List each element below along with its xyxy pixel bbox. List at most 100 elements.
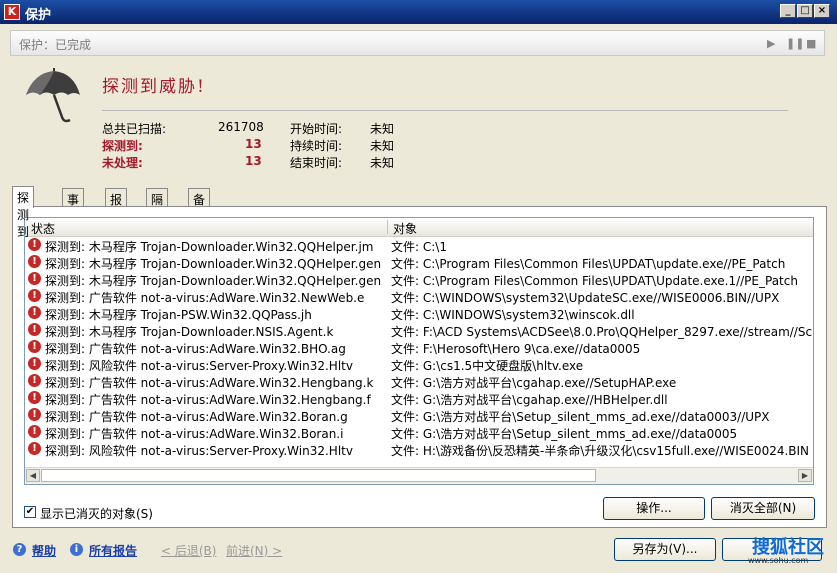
duration-value: 未知	[370, 139, 395, 153]
info-icon: i	[70, 543, 83, 556]
threat-alert-icon: !	[28, 255, 41, 268]
start-time-value: 未知	[370, 122, 395, 136]
row-status: 探测到: 木马程序 Trojan-Downloader.Win32.QQHelp…	[45, 240, 374, 254]
list-item[interactable]: ! 探测到: 木马程序 Trojan-PSW.Win32.QQPass.jh 文件:…	[25, 305, 813, 322]
window-title: 保护	[25, 8, 52, 23]
play-icon[interactable]: ▶	[767, 37, 775, 50]
row-status: 探测到: 木马程序 Trojan-Downloader.Win32.QQHelp…	[45, 257, 382, 271]
list-item[interactable]: ! 探测到: 广告软件 not-a-virus:AdWare.Win32.Heng…	[25, 390, 813, 407]
show-neutralized-label[interactable]: 显示已消灭的对象(S)	[40, 505, 153, 522]
list-item[interactable]: ! 探测到: 广告软件 not-a-virus:AdWare.Win32.Bora…	[25, 424, 813, 441]
threat-alert-icon: !	[28, 408, 41, 421]
sohu-community-watermark: 搜狐社区 www.sohu.com	[746, 531, 831, 567]
threat-alert-icon: !	[28, 357, 41, 370]
protection-status-text: 保护：已完成	[19, 38, 92, 52]
row-status: 探测到: 木马程序 Trojan-PSW.Win32.QQPass.jh	[45, 308, 312, 322]
save-as-button[interactable]: 另存为(V)...	[614, 538, 716, 561]
tab-events[interactable]: 事件	[62, 188, 85, 224]
kaspersky-logo-icon: K	[4, 4, 20, 20]
minimize-button[interactable]: _	[780, 4, 796, 18]
row-status: 探测到: 广告软件 not-a-virus:AdWare.Win32.Hengb…	[45, 376, 374, 390]
scrollbar-thumb[interactable]	[41, 469, 596, 482]
list-item[interactable]: ! 探测到: 木马程序 Trojan-Downloader.Win32.QQHel…	[25, 271, 813, 288]
row-status: 探测到: 木马程序 Trojan-Downloader.Win32.QQHelp…	[45, 274, 382, 288]
column-header-object[interactable]: 对象	[393, 220, 417, 237]
row-status: 探测到: 广告软件 not-a-virus:AdWare.Win32.NewWe…	[45, 291, 365, 305]
title-bar: K 保护 _ □ ×	[0, 0, 837, 24]
list-item[interactable]: ! 探测到: 风险软件 not-a-virus:Server-Proxy.Win3…	[25, 441, 813, 458]
row-object: 文件: G:\浩方对战平台\Setup_silent_mms_ad.exe//d…	[391, 410, 770, 424]
row-object: 文件: G:\浩方对战平台\cgahap.exe//HBHelper.dll	[391, 393, 668, 407]
pause-icon[interactable]: ❚❚	[786, 37, 804, 50]
threat-alert-icon: !	[28, 323, 41, 336]
stop-icon[interactable]: ■	[806, 37, 816, 50]
umbrella-icon	[26, 68, 80, 123]
help-icon: ?	[13, 543, 26, 556]
protection-status-bar: 保护：已完成 ▶ ❚❚ ■	[10, 30, 825, 56]
end-time-value: 未知	[370, 156, 395, 170]
threat-headline: 探测到威胁!	[102, 77, 206, 97]
row-status: 探测到: 广告软件 not-a-virus:AdWare.Win32.Boran…	[45, 427, 344, 441]
actions-button[interactable]: 操作...	[603, 497, 705, 520]
list-item[interactable]: ! 探测到: 风险软件 not-a-virus:Server-Proxy.Win3…	[25, 356, 813, 373]
maximize-button[interactable]: □	[797, 4, 813, 18]
threat-alert-icon: !	[28, 289, 41, 302]
threat-alert-icon: !	[28, 306, 41, 319]
divider	[102, 110, 788, 111]
horizontal-scrollbar[interactable]: ◀ ▶	[25, 467, 813, 484]
row-status: 探测到: 广告软件 not-a-virus:AdWare.Win32.BHO.a…	[45, 342, 346, 356]
duration-label: 持续时间:	[290, 139, 343, 153]
threat-alert-icon: !	[28, 272, 41, 285]
total-scanned-label: 总共已扫描:	[102, 122, 167, 136]
row-status: 探测到: 风险软件 not-a-virus:Server-Proxy.Win32…	[45, 359, 353, 373]
unprocessed-value: 13	[245, 154, 262, 168]
close-button[interactable]: ×	[814, 4, 830, 18]
list-item[interactable]: ! 探测到: 广告软件 not-a-virus:AdWare.Win32.BHO.…	[25, 339, 813, 356]
row-object: 文件: G:\浩方对战平台\cgahap.exe//SetupHAP.exe	[391, 376, 677, 390]
threat-alert-icon: !	[28, 391, 41, 404]
unprocessed-label: 未处理:	[102, 156, 143, 170]
tab-quarantine[interactable]: 隔离	[146, 188, 169, 224]
watermark-subtext: www.sohu.com	[748, 556, 809, 565]
column-separator[interactable]	[387, 220, 388, 234]
row-object: 文件: F:\Herosoft\Hero 9\ca.exe//data0005	[391, 342, 641, 356]
threat-alert-icon: !	[28, 442, 41, 455]
tab-detected[interactable]: 探测到	[12, 186, 35, 239]
neutralize-all-button[interactable]: 消灭全部(N)	[711, 497, 815, 520]
list-item[interactable]: ! 探测到: 木马程序 Trojan-Downloader.Win32.QQHel…	[25, 237, 813, 254]
forward-link[interactable]: 前进(N) >	[226, 542, 282, 559]
threat-alert-icon: !	[28, 425, 41, 438]
row-object: 文件: G:\cs1.5中文硬盘版\hltv.exe	[391, 359, 584, 373]
all-reports-link[interactable]: 所有报告	[89, 542, 137, 559]
row-object: 文件: C:\WINDOWS\system32\UpdateSC.exe//WI…	[391, 291, 780, 305]
row-object: 文件: C:\1	[391, 240, 447, 254]
list-header: 状态 对象	[25, 218, 813, 237]
row-status: 探测到: 广告软件 not-a-virus:AdWare.Win32.Hengb…	[45, 393, 371, 407]
detected-objects-list[interactable]: 状态 对象 ! 探测到: 木马程序 Trojan-Downloader.Win32…	[24, 217, 814, 485]
row-status: 探测到: 风险软件 not-a-virus:Server-Proxy.Win32…	[45, 444, 353, 458]
detected-value: 13	[245, 137, 262, 151]
show-neutralized-checkbox[interactable]: ✔	[24, 506, 36, 518]
tab-backup[interactable]: 备份	[188, 188, 211, 224]
tab-reports[interactable]: 报告	[105, 188, 128, 224]
list-item[interactable]: ! 探测到: 木马程序 Trojan-Downloader.NSIS.Agent.…	[25, 322, 813, 339]
threat-alert-icon: !	[28, 340, 41, 353]
start-time-label: 开始时间:	[290, 122, 343, 136]
row-status: 探测到: 木马程序 Trojan-Downloader.NSIS.Agent.k	[45, 325, 334, 339]
list-item[interactable]: ! 探测到: 广告软件 not-a-virus:AdWare.Win32.NewW…	[25, 288, 813, 305]
total-scanned-value: 261708	[218, 120, 264, 134]
row-status: 探测到: 广告软件 not-a-virus:AdWare.Win32.Boran…	[45, 410, 348, 424]
list-item[interactable]: ! 探测到: 广告软件 not-a-virus:AdWare.Win32.Heng…	[25, 373, 813, 390]
help-link[interactable]: 帮助	[32, 542, 56, 559]
back-link[interactable]: < 后退(B)	[161, 542, 216, 559]
row-object: 文件: G:\浩方对战平台\Setup_silent_mms_ad.exe//d…	[391, 427, 738, 441]
detected-label: 探测到:	[102, 139, 143, 153]
row-object: 文件: F:\ACD Systems\ACDSee\8.0.Pro\QQHelp…	[391, 325, 813, 339]
column-header-status[interactable]: 状态	[31, 220, 55, 237]
scroll-left-icon[interactable]: ◀	[26, 469, 40, 482]
row-object: 文件: C:\Program Files\Common Files\UPDAT\…	[391, 274, 798, 288]
list-item[interactable]: ! 探测到: 木马程序 Trojan-Downloader.Win32.QQHel…	[25, 254, 813, 271]
list-item[interactable]: ! 探测到: 广告软件 not-a-virus:AdWare.Win32.Bora…	[25, 407, 813, 424]
scroll-right-icon[interactable]: ▶	[798, 469, 812, 482]
threat-alert-icon: !	[28, 238, 41, 251]
